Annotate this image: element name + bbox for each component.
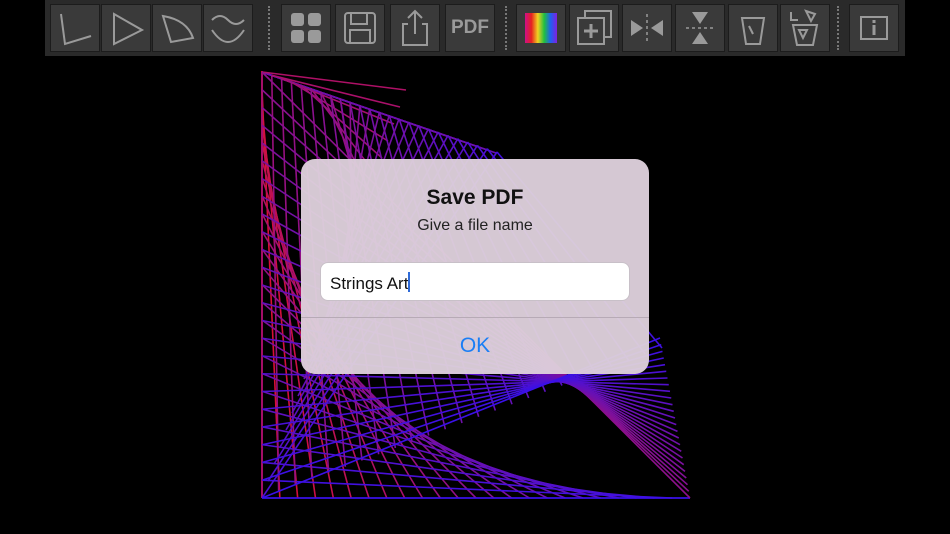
trash-empty-icon <box>740 17 766 45</box>
curve-shape-icon <box>211 15 245 43</box>
grid-icon <box>291 13 321 43</box>
mirror-vertical-icon <box>686 12 714 44</box>
angle-shape-button[interactable] <box>50 4 100 52</box>
toolbar: PDF <box>45 0 905 56</box>
string-line <box>261 479 673 499</box>
share-icon <box>402 9 428 46</box>
triangle-shape-button[interactable] <box>101 4 151 52</box>
string-line <box>261 71 407 91</box>
dialog-message: Give a file name <box>417 217 533 234</box>
file-name-value: Strings Art <box>330 274 409 293</box>
add-layer-button[interactable] <box>569 4 619 52</box>
color-spectrum-icon <box>525 13 557 43</box>
file-name-input[interactable]: Strings Art <box>320 262 630 301</box>
text-caret <box>408 272 411 292</box>
share-button[interactable] <box>390 4 440 52</box>
clear-all-button[interactable] <box>780 4 830 52</box>
info-icon <box>860 16 888 40</box>
sector-shape-button[interactable] <box>152 4 202 52</box>
mirror-horizontal-icon <box>631 14 663 42</box>
sector-shape-icon <box>161 14 195 44</box>
color-palette-button[interactable] <box>516 4 566 52</box>
string-line <box>271 74 401 108</box>
save-button[interactable] <box>335 4 385 52</box>
triangle-shape-icon <box>113 12 145 46</box>
toolbar-separator <box>837 6 839 50</box>
trash-full-icon <box>790 9 819 46</box>
ok-button[interactable]: OK <box>301 318 649 374</box>
dialog-title: Save PDF <box>426 186 524 209</box>
toolbar-separator <box>505 6 507 50</box>
mirror-horizontal-button[interactable] <box>622 4 672 52</box>
floppy-disk-icon <box>344 12 376 44</box>
save-pdf-dialog: Save PDF Give a file name Strings Art OK <box>301 159 649 374</box>
clear-button[interactable] <box>728 4 778 52</box>
gallery-button[interactable] <box>281 4 331 52</box>
curve-shape-button[interactable] <box>203 4 253 52</box>
add-layer-icon <box>577 10 612 45</box>
pdf-button[interactable]: PDF <box>445 4 495 52</box>
pdf-icon: PDF <box>451 17 489 38</box>
mirror-vertical-button[interactable] <box>675 4 725 52</box>
angle-shape-icon <box>60 13 92 46</box>
info-button[interactable] <box>849 4 899 52</box>
toolbar-separator <box>268 6 270 50</box>
